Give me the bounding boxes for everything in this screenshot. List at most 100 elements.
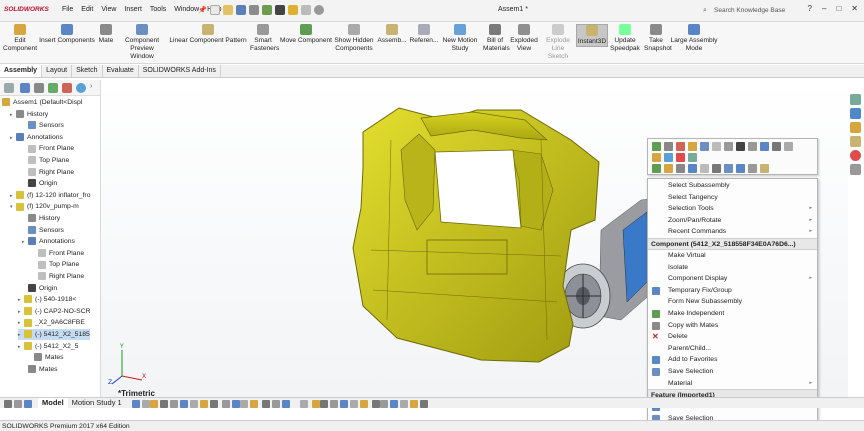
design-library-icon[interactable]	[850, 122, 861, 133]
tree-item[interactable]: ▸ Annotations	[10, 132, 63, 143]
command-explode-line[interactable]: Explode Line Sketch	[541, 24, 575, 61]
solidworks-logo[interactable]: SOLIDWORKS	[4, 6, 49, 13]
context-toolbar-icon[interactable]	[688, 142, 697, 151]
bottom-toolbar-icon[interactable]	[150, 400, 158, 408]
resources-icon[interactable]	[850, 108, 861, 119]
bottom-toolbar-icon[interactable]	[300, 400, 308, 408]
context-menu-item[interactable]: Select Tangency	[648, 192, 817, 204]
tab-evaluate[interactable]: Evaluate	[103, 65, 139, 77]
context-toolbar-icon[interactable]	[688, 153, 697, 162]
tab-motion-study-1[interactable]: Motion Study 1	[68, 398, 126, 408]
bottom-toolbar-icon[interactable]	[170, 400, 178, 408]
bottom-toolbar-icon[interactable]	[410, 400, 418, 408]
context-toolbar-icon[interactable]	[652, 164, 661, 173]
bottom-toolbar-icon[interactable]	[250, 400, 258, 408]
context-toolbar-icon[interactable]	[772, 142, 781, 151]
tab-model[interactable]: Model	[38, 398, 68, 408]
context-menu-item[interactable]: Temporary Fix/Group	[648, 285, 817, 297]
bottom-toolbar-icon[interactable]	[390, 400, 398, 408]
context-menu-item[interactable]: ✕ Delete	[648, 331, 817, 343]
command-mate[interactable]: Mate	[96, 24, 116, 45]
bottom-toolbar-icon[interactable]	[160, 400, 168, 408]
rebuild-icon[interactable]	[288, 5, 298, 15]
bottom-toolbar-icon[interactable]	[4, 400, 12, 408]
dimxpert-icon[interactable]	[62, 83, 72, 93]
command-instant3d[interactable]: Instant3D	[576, 24, 608, 47]
pin-icon[interactable]: 📌	[198, 6, 207, 14]
context-toolbar-icon[interactable]	[748, 164, 757, 173]
menu-edit[interactable]: Edit	[80, 6, 94, 13]
command-reference-geometry[interactable]: Referen...	[409, 24, 439, 45]
tree-item[interactable]: Mates	[22, 364, 58, 375]
menu-file[interactable]: File	[61, 6, 74, 13]
command-exploded-view[interactable]: Exploded View	[509, 24, 539, 53]
bottom-toolbar-icon[interactable]	[320, 400, 328, 408]
file-explorer-icon[interactable]	[850, 136, 861, 147]
command-smart-fasteners[interactable]: Smart Fasteners	[250, 24, 279, 53]
context-menu-item[interactable]: Save Selection	[648, 366, 817, 378]
tree-item[interactable]: Top Plane	[22, 155, 69, 166]
collapse-arrow-icon[interactable]: ›	[90, 83, 100, 93]
home-icon[interactable]	[850, 94, 861, 105]
bottom-toolbar-icon[interactable]	[400, 400, 408, 408]
menu-tools[interactable]: Tools	[149, 6, 167, 13]
command-linear-pattern[interactable]: Linear Component Pattern	[166, 24, 250, 45]
command-bom[interactable]: Bill of Materials	[483, 24, 510, 53]
minimize-button[interactable]: –	[822, 4, 826, 13]
context-toolbar-icon[interactable]	[664, 164, 673, 173]
tab-sketch[interactable]: Sketch	[72, 65, 103, 77]
context-toolbar-icon[interactable]	[784, 142, 793, 151]
context-toolbar-icon[interactable]	[676, 153, 685, 162]
bottom-toolbar-icon[interactable]	[180, 400, 188, 408]
appearances-icon[interactable]	[850, 150, 861, 161]
context-menu-item[interactable]: Parent/Child...	[648, 343, 817, 355]
bottom-toolbar-icon[interactable]	[200, 400, 208, 408]
context-menu-item[interactable]: Selection Tools ▸	[648, 203, 817, 215]
tree-item[interactable]: Right Plane	[22, 167, 74, 178]
context-menu-item[interactable]: Form New Subassembly	[648, 296, 817, 308]
help-icon[interactable]: ?	[808, 4, 812, 13]
context-toolbar-icon[interactable]	[676, 142, 685, 151]
bottom-toolbar-icon[interactable]	[232, 400, 240, 408]
tree-item[interactable]: Right Plane	[32, 271, 84, 282]
tree-item[interactable]: ▸ (f) 12-120 inflator_fro	[10, 190, 90, 201]
command-large-assembly[interactable]: Large Assembly Mode	[670, 24, 718, 53]
context-menu-item[interactable]: Isolate	[648, 262, 817, 274]
context-toolbar-icon[interactable]	[652, 153, 661, 162]
print-icon[interactable]	[249, 5, 259, 15]
tree-item[interactable]: Sensors	[22, 225, 64, 236]
context-menu-item[interactable]: Material ▸	[648, 378, 817, 390]
menu-insert[interactable]: Insert	[123, 6, 143, 13]
context-toolbar-icon[interactable]	[748, 142, 757, 151]
command-speedpak[interactable]: Update Speedpak	[610, 24, 640, 53]
context-toolbar-icon[interactable]	[652, 142, 661, 151]
command-motion-study[interactable]: New Motion Study	[440, 24, 480, 53]
tree-item[interactable]: Origin	[22, 178, 57, 189]
context-toolbar-icon[interactable]	[712, 164, 721, 173]
context-toolbar-icon[interactable]	[724, 142, 733, 151]
command-show-hidden[interactable]: Show Hidden Components	[333, 24, 375, 53]
context-toolbar-icon[interactable]	[688, 164, 697, 173]
tab-solidworks-add-ins[interactable]: SOLIDWORKS Add-Ins	[139, 65, 221, 77]
bottom-toolbar-icon[interactable]	[372, 400, 380, 408]
context-toolbar-icon[interactable]	[712, 142, 721, 151]
context-toolbar-icon[interactable]	[736, 142, 745, 151]
context-toolbar-icon[interactable]	[736, 164, 745, 173]
tab-layout[interactable]: Layout	[42, 65, 73, 77]
bottom-toolbar-icon[interactable]	[330, 400, 338, 408]
custom-properties-icon[interactable]	[850, 164, 861, 175]
close-button[interactable]: ✕	[851, 4, 858, 13]
tree-item[interactable]: Origin	[22, 283, 57, 294]
menu-view[interactable]: View	[100, 6, 117, 13]
bottom-toolbar-icon[interactable]	[380, 400, 388, 408]
display-manager-icon[interactable]	[76, 83, 86, 93]
maximize-button[interactable]: □	[836, 4, 841, 13]
tab-assembly[interactable]: Assembly	[0, 65, 43, 77]
command-insert-components[interactable]: Insert Components	[38, 24, 96, 45]
bottom-toolbar-icon[interactable]	[272, 400, 280, 408]
filter-icon[interactable]	[4, 83, 14, 93]
command-preview-window[interactable]: Component Preview Window	[118, 24, 166, 61]
command-assembly-features[interactable]: Assemb...	[376, 24, 408, 45]
context-toolbar-icon[interactable]	[724, 164, 733, 173]
menu-window[interactable]: Window	[173, 6, 200, 13]
